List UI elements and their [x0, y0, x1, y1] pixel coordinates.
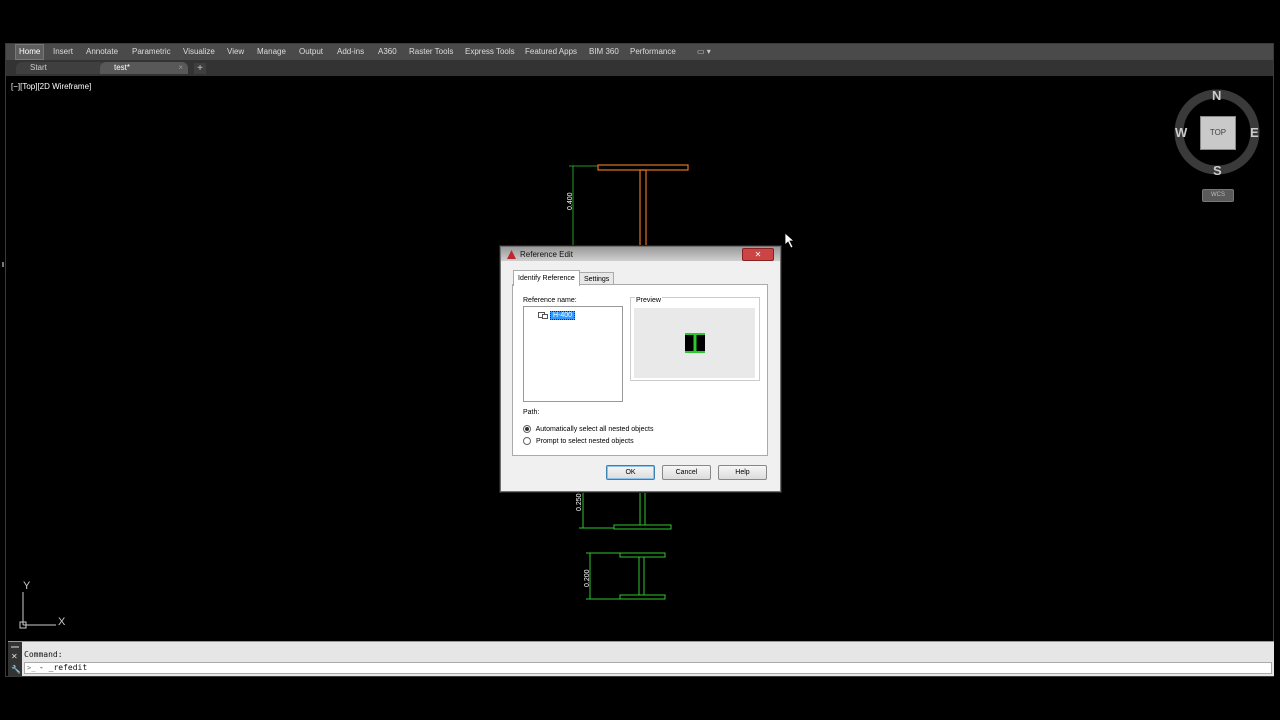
- option-auto-select-nested[interactable]: Automatically select all nested objects: [523, 425, 653, 433]
- command-prompt-icon: >_: [27, 664, 36, 672]
- ucs-y-label: Y: [23, 580, 31, 592]
- help-button[interactable]: Help: [718, 465, 767, 480]
- block-middle[interactable]: [579, 489, 672, 530]
- dimension-text-top: 0.400: [567, 192, 574, 210]
- reference-edit-dialog: Reference Edit ✕ Identify Reference Sett…: [500, 246, 781, 492]
- autocad-logo-icon: [507, 250, 516, 259]
- viewcube-top-face[interactable]: TOP: [1200, 116, 1236, 150]
- command-input[interactable]: >_ - _refedit: [24, 662, 1272, 674]
- preview-group: Preview: [630, 297, 760, 381]
- identify-reference-panel: Reference name: H-400 Preview Path: Auto…: [512, 284, 768, 456]
- option-prompt-select-nested[interactable]: Prompt to select nested objects: [523, 437, 634, 445]
- block-reference-icon: [538, 312, 548, 319]
- compass-west[interactable]: W: [1175, 125, 1187, 140]
- dialog-titlebar[interactable]: Reference Edit ✕: [501, 247, 780, 261]
- viewcube[interactable]: N W E S TOP WCS: [1170, 86, 1266, 206]
- compass-south[interactable]: S: [1213, 163, 1222, 178]
- ucs-x-label: X: [58, 616, 66, 628]
- command-input-text: - _refedit: [39, 663, 88, 672]
- command-line: ✕ 🔧 Command: >_ - _refedit: [8, 641, 1274, 676]
- preview-label: Preview: [635, 297, 662, 304]
- ucs-icon: [19, 592, 56, 629]
- dimension-text-bottom: 0.200: [584, 569, 591, 587]
- preview-image: [634, 308, 755, 378]
- block-bottom[interactable]: [586, 552, 666, 600]
- cancel-button[interactable]: Cancel: [662, 465, 711, 480]
- compass-east[interactable]: E: [1250, 125, 1259, 140]
- reference-tree[interactable]: H-400: [523, 306, 623, 402]
- ok-button[interactable]: OK: [606, 465, 655, 480]
- mouse-cursor-icon: [785, 233, 796, 249]
- compass-north[interactable]: N: [1212, 88, 1221, 103]
- dimension-text-middle: 0.250: [576, 493, 583, 511]
- path-label: Path:: [523, 409, 540, 416]
- svg-text:✕: ✕: [11, 652, 18, 661]
- tab-identify-reference[interactable]: Identify Reference: [513, 270, 580, 286]
- option-label: Prompt to select nested objects: [535, 437, 634, 445]
- command-history: Command:: [24, 650, 63, 659]
- option-label: Automatically select all nested objects: [535, 425, 654, 433]
- radio-button-selected[interactable]: [523, 425, 531, 433]
- block-h400-top[interactable]: [597, 164, 689, 251]
- reference-tree-item[interactable]: H-400: [538, 310, 576, 320]
- reference-item-label: H-400: [549, 310, 576, 320]
- dialog-close-button[interactable]: ✕: [742, 248, 774, 261]
- command-line-handle[interactable]: ✕ 🔧: [8, 642, 22, 676]
- reference-name-label: Reference name:: [523, 297, 577, 304]
- wcs-menu[interactable]: WCS: [1202, 189, 1234, 202]
- svg-text:🔧: 🔧: [11, 664, 21, 674]
- radio-button[interactable]: [523, 437, 531, 445]
- dialog-title: Reference Edit: [520, 250, 573, 259]
